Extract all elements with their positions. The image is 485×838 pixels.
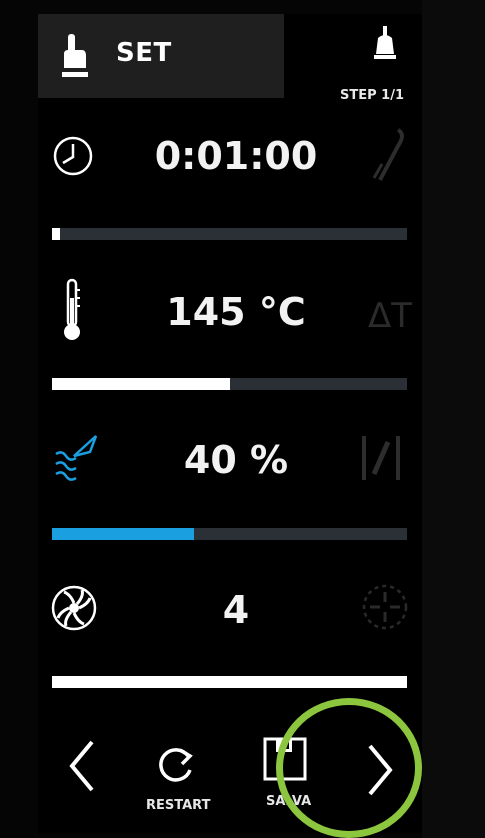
clock-icon[interactable] <box>51 134 95 178</box>
fan-speed-progress-fill <box>52 676 407 688</box>
step-indicator: STEP 1/1 <box>340 88 405 103</box>
restart-icon[interactable] <box>156 744 196 784</box>
probe-icon[interactable] <box>368 124 408 184</box>
delta-t-icon[interactable]: ΔT <box>368 296 412 336</box>
fan-icon[interactable] <box>50 584 98 632</box>
damper-icon[interactable] <box>356 430 406 486</box>
temperature-progress-bar[interactable] <box>52 378 407 390</box>
bell-icon[interactable] <box>372 24 398 76</box>
chevron-left-icon[interactable] <box>66 738 96 794</box>
humidity-value[interactable]: 40 % <box>126 438 346 482</box>
fan-speed-progress-bar[interactable] <box>52 676 407 688</box>
humidity-icon[interactable] <box>52 432 100 482</box>
fan-reverse-icon[interactable] <box>360 582 410 632</box>
time-progress-bar[interactable] <box>52 228 407 240</box>
humidity-progress-bar[interactable] <box>52 528 407 540</box>
hand-pointer-icon <box>62 34 88 77</box>
temperature-value[interactable]: 145 °C <box>126 290 346 334</box>
thermometer-icon[interactable] <box>60 278 84 342</box>
fan-speed-value[interactable]: 4 <box>126 588 346 632</box>
highlight-circle <box>276 698 422 838</box>
restart-button-label[interactable]: RESTART <box>146 798 210 813</box>
device-bezel <box>422 0 485 838</box>
humidity-progress-fill <box>52 528 194 540</box>
time-value[interactable]: 0:01:00 <box>126 134 346 178</box>
temperature-progress-fill <box>52 378 230 390</box>
mode-label: SET <box>116 38 172 68</box>
time-progress-fill <box>52 228 60 240</box>
